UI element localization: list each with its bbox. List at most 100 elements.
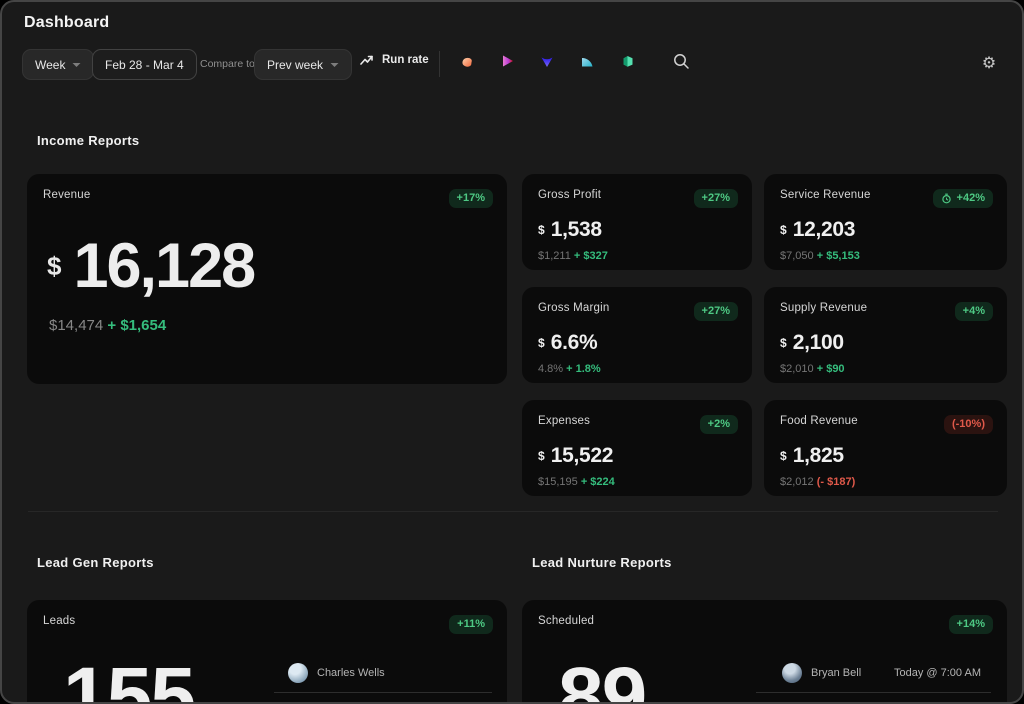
date-range-label: Feb 28 - Mar 4 bbox=[105, 58, 184, 72]
card-title: Food Revenue bbox=[780, 415, 858, 427]
delta-value: + $1,654 bbox=[107, 317, 166, 334]
gear-glyph: ⚙ bbox=[982, 53, 996, 73]
leads-card: Leads +11% 155 Charles Wells bbox=[27, 600, 507, 704]
timer-icon bbox=[941, 193, 952, 204]
change-badge: +27% bbox=[694, 302, 738, 321]
food-revenue-card: Food Revenue (-10%) $ 1,825 $2,012 (- $1… bbox=[764, 400, 1007, 496]
gross-profit-card: Gross Profit +27% $ 1,538 $1,211 + $327 bbox=[522, 174, 752, 270]
compare-to-label: Compare to bbox=[200, 58, 255, 70]
chevron-down-icon bbox=[330, 62, 339, 68]
card-title: Gross Profit bbox=[538, 189, 601, 201]
amount: 1,825 bbox=[793, 444, 844, 468]
card-comparison: $1,211 + $327 bbox=[538, 250, 752, 262]
change-badge: +14% bbox=[949, 615, 993, 634]
previous-value: $2,010 bbox=[780, 363, 814, 375]
delta-value: + $90 bbox=[817, 363, 845, 375]
expenses-card: Expenses +2% $ 15,522 $15,195 + $224 bbox=[522, 400, 752, 496]
previous-value: $14,474 bbox=[49, 317, 103, 334]
delta-value: + $5,153 bbox=[817, 250, 860, 262]
lead-gen-heading: Lead Gen Reports bbox=[37, 555, 154, 570]
settings-gear-icon[interactable]: ⚙ bbox=[978, 52, 1000, 74]
trending-up-icon bbox=[360, 54, 374, 66]
card-comparison: 4.8% + 1.8% bbox=[538, 363, 752, 375]
card-value: $ 1,538 bbox=[538, 218, 752, 242]
delta-value: + 1.8% bbox=[566, 363, 601, 375]
previous-value: $2,012 bbox=[780, 476, 814, 488]
run-rate-toggle[interactable]: Run rate bbox=[360, 54, 429, 66]
supply-revenue-card: Supply Revenue +4% $ 2,100 $2,010 + $90 bbox=[764, 287, 1007, 383]
revenue-comparison: $14,474 + $1,654 bbox=[49, 317, 507, 334]
service-revenue-card: Service Revenue +42% $ 12,203 $7,050 + $… bbox=[764, 174, 1007, 270]
avatar bbox=[782, 663, 802, 683]
revenue-value: $ 16,128 bbox=[47, 232, 507, 301]
income-reports-heading: Income Reports bbox=[37, 133, 139, 148]
avatar bbox=[288, 663, 308, 683]
person-name: Bryan Bell bbox=[811, 667, 861, 679]
revenue-amount: 16,128 bbox=[73, 232, 254, 301]
scheduled-count: 89 bbox=[558, 656, 645, 704]
amount: 15,522 bbox=[551, 444, 613, 468]
previous-value: 4.8% bbox=[538, 363, 563, 375]
card-value: $ 15,522 bbox=[538, 444, 752, 468]
card-value: $ 6.6% bbox=[538, 331, 752, 355]
page-title: Dashboard bbox=[24, 14, 109, 32]
previous-value: $15,195 bbox=[538, 476, 578, 488]
currency-symbol: $ bbox=[780, 336, 787, 350]
scheduled-time: Today @ 7:00 AM bbox=[894, 667, 981, 679]
folder-logo-icon[interactable] bbox=[618, 52, 636, 70]
change-badge: +11% bbox=[449, 615, 493, 634]
fan-logo-icon[interactable] bbox=[578, 52, 596, 70]
previous-value: $7,050 bbox=[780, 250, 814, 262]
card-value: $ 1,825 bbox=[780, 444, 1007, 468]
change-badge: +2% bbox=[700, 415, 738, 434]
integration-logos bbox=[458, 52, 690, 70]
change-badge: +17% bbox=[449, 189, 493, 208]
amount: 12,203 bbox=[793, 218, 855, 242]
leads-count: 155 bbox=[63, 656, 194, 704]
compare-period-label: Prev week bbox=[267, 58, 323, 72]
card-title: Service Revenue bbox=[780, 189, 871, 201]
card-title: Scheduled bbox=[538, 615, 594, 627]
delta-value: (- $187) bbox=[817, 476, 856, 488]
card-comparison: $15,195 + $224 bbox=[538, 476, 752, 488]
card-comparison: $7,050 + $5,153 bbox=[780, 250, 1007, 262]
card-title: Gross Margin bbox=[538, 302, 609, 314]
section-divider bbox=[28, 511, 998, 512]
currency-symbol: $ bbox=[538, 223, 545, 237]
amount: 2,100 bbox=[793, 331, 844, 355]
card-comparison: $2,012 (- $187) bbox=[780, 476, 1007, 488]
person-row[interactable]: Bryan Bell Today @ 7:00 AM bbox=[756, 662, 991, 683]
schedule-entry: Bryan Bell Today @ 7:00 AM bbox=[756, 662, 991, 693]
dashboard-window: Dashboard Week Feb 28 - Mar 4 Compare to… bbox=[0, 0, 1024, 704]
play-logo-icon[interactable] bbox=[498, 52, 516, 70]
date-range-button[interactable]: Feb 28 - Mar 4 bbox=[92, 49, 197, 80]
currency-symbol: $ bbox=[538, 336, 545, 350]
card-title: Leads bbox=[43, 615, 75, 627]
leaderboard-entry: Charles Wells bbox=[274, 662, 492, 693]
badge-text: +42% bbox=[957, 193, 985, 204]
lead-nurture-heading: Lead Nurture Reports bbox=[532, 555, 672, 570]
blob-logo-icon[interactable] bbox=[458, 52, 476, 70]
card-title: Expenses bbox=[538, 415, 590, 427]
person-name: Charles Wells bbox=[317, 667, 385, 679]
period-dropdown-label: Week bbox=[35, 58, 65, 72]
cone-logo-icon[interactable] bbox=[538, 52, 556, 70]
delta-value: + $327 bbox=[574, 250, 608, 262]
scheduled-card: Scheduled +14% 89 Bryan Bell Today @ 7:0… bbox=[522, 600, 1007, 704]
currency-symbol: $ bbox=[538, 449, 545, 463]
currency-symbol: $ bbox=[780, 449, 787, 463]
change-badge: (-10%) bbox=[944, 415, 993, 434]
run-rate-label: Run rate bbox=[382, 54, 429, 66]
previous-value: $1,211 bbox=[538, 250, 571, 262]
person-row[interactable]: Charles Wells bbox=[274, 662, 492, 683]
amount: 1,538 bbox=[551, 218, 602, 242]
amount: 6.6% bbox=[551, 331, 598, 355]
period-dropdown[interactable]: Week bbox=[22, 49, 94, 80]
gross-margin-card: Gross Margin +27% $ 6.6% 4.8% + 1.8% bbox=[522, 287, 752, 383]
search-icon[interactable] bbox=[672, 52, 690, 70]
toolbar-divider bbox=[439, 51, 440, 77]
card-title: Supply Revenue bbox=[780, 302, 867, 314]
delta-value: + $224 bbox=[581, 476, 615, 488]
toolbar: Week Feb 28 - Mar 4 Compare to Prev week… bbox=[22, 49, 1002, 80]
compare-period-dropdown[interactable]: Prev week bbox=[254, 49, 352, 80]
